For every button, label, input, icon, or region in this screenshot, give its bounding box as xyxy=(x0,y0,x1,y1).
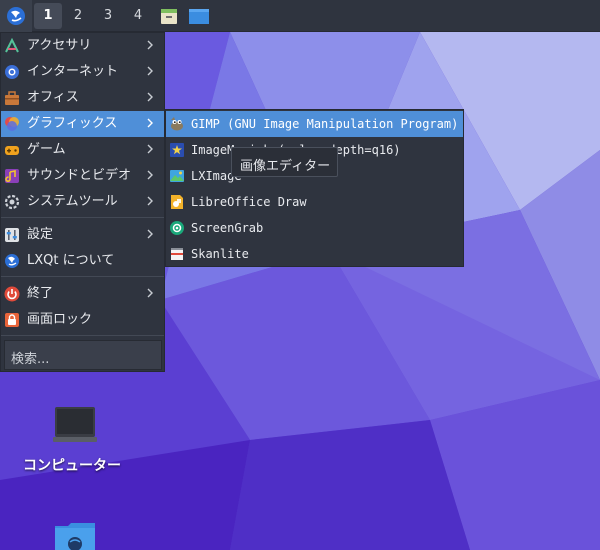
chevron-right-icon xyxy=(147,92,153,102)
menu-item-label: ゲーム xyxy=(27,142,66,157)
menu-item-label: インターネット xyxy=(27,64,119,79)
chevron-right-icon xyxy=(147,118,153,128)
screengrab-icon xyxy=(170,221,184,235)
submenu-item-gimp[interactable]: GIMP (GNU Image Manipulation Program) xyxy=(166,111,463,137)
chevron-right-icon xyxy=(147,40,153,50)
graphics-icon xyxy=(5,117,19,131)
accessories-icon xyxy=(5,38,19,53)
multimedia-icon xyxy=(5,169,19,183)
menu-item-settings[interactable]: 設定 xyxy=(1,222,164,248)
chevron-right-icon xyxy=(147,288,153,298)
submenu-item-libreoffice-draw[interactable]: LibreOffice Draw xyxy=(166,189,463,215)
chevron-right-icon xyxy=(147,170,153,180)
chevron-right-icon xyxy=(147,66,153,76)
menu-item-label: サウンドとビデオ xyxy=(27,168,132,183)
games-icon xyxy=(5,146,19,155)
network-folder-icon xyxy=(55,523,95,550)
lxqt-logo-icon xyxy=(5,254,19,268)
menu-item-accessories[interactable]: アクセサリ xyxy=(1,33,164,59)
workspace-1-button[interactable]: 1 xyxy=(34,2,62,29)
lxqt-logo-icon xyxy=(7,6,25,25)
menu-separator xyxy=(1,276,164,277)
office-icon xyxy=(5,91,19,105)
menu-item-label: 画面ロック xyxy=(27,312,93,327)
tooltip-text: 画像エディター xyxy=(240,159,331,174)
menu-item-label: オフィス xyxy=(27,90,79,105)
menu-item-shutdown[interactable]: 終了 xyxy=(1,281,164,307)
menu-separator xyxy=(1,217,164,218)
desktop-icon-label: コンピューター xyxy=(23,458,121,474)
submenu-item-label: GIMP (GNU Image Manipulation Program) xyxy=(191,117,459,131)
window-launcher[interactable] xyxy=(186,3,212,29)
submenu-item-screengrab[interactable]: ScreenGrab xyxy=(166,215,463,241)
workspace-4-button[interactable]: 4 xyxy=(124,3,152,29)
desktop-icon-computer[interactable] xyxy=(52,404,98,446)
chevron-right-icon xyxy=(147,229,153,239)
tooltip: 画像エディター xyxy=(231,147,338,177)
application-menu: アクセサリ インターネット オフィス グラフィックス ゲーム サウンドとビデオ … xyxy=(0,32,165,372)
menu-item-games[interactable]: ゲーム xyxy=(1,137,164,163)
graphics-submenu: GIMP (GNU Image Manipulation Program) Im… xyxy=(165,109,464,267)
submenu-item-label: ScreenGrab xyxy=(191,221,264,235)
gimp-icon xyxy=(171,117,183,131)
skanlite-icon xyxy=(171,248,183,260)
menu-search-input[interactable]: 検索... xyxy=(4,340,162,370)
menu-item-label: グラフィックス xyxy=(27,116,118,131)
search-placeholder: 検索... xyxy=(11,352,50,367)
taskbar-panel: 1 2 3 4 xyxy=(0,0,600,32)
menu-item-lock-screen[interactable]: 画面ロック xyxy=(1,307,164,333)
submenu-item-label: LibreOffice Draw xyxy=(191,195,307,209)
submenu-item-skanlite[interactable]: Skanlite xyxy=(166,241,463,267)
workspace-3-button[interactable]: 3 xyxy=(94,3,122,29)
menu-item-label: アクセサリ xyxy=(27,38,92,53)
chevron-right-icon xyxy=(147,144,153,154)
menu-item-label: 設定 xyxy=(27,227,54,242)
desktop-icon-network-folder[interactable] xyxy=(54,522,96,550)
window-icon xyxy=(189,8,209,24)
menu-item-label: LXQt について xyxy=(27,253,115,268)
submenu-item-label: Skanlite xyxy=(191,247,249,261)
menu-item-label: システムツール xyxy=(27,194,118,209)
menu-separator xyxy=(1,335,164,336)
file-manager-launcher[interactable] xyxy=(156,3,182,29)
menu-item-internet[interactable]: インターネット xyxy=(1,59,164,85)
menu-item-multimedia[interactable]: サウンドとビデオ xyxy=(1,163,164,189)
menu-item-label: 終了 xyxy=(27,286,54,301)
libreoffice-draw-icon xyxy=(171,195,183,209)
workspace-2-button[interactable]: 2 xyxy=(64,3,92,29)
settings-icon xyxy=(5,228,19,242)
computer-icon xyxy=(53,407,97,442)
file-manager-icon xyxy=(161,8,177,24)
menu-item-graphics[interactable]: グラフィックス xyxy=(1,111,164,137)
power-icon xyxy=(4,286,20,302)
chevron-right-icon xyxy=(147,196,153,206)
menu-item-about-lxqt[interactable]: LXQt について xyxy=(1,248,164,274)
lock-icon xyxy=(5,313,19,327)
internet-icon xyxy=(5,65,19,79)
system-tools-icon xyxy=(4,194,20,210)
menu-item-office[interactable]: オフィス xyxy=(1,85,164,111)
menu-item-system-tools[interactable]: システムツール xyxy=(1,189,164,215)
lximage-icon xyxy=(170,170,184,182)
imagemagick-icon xyxy=(170,143,184,157)
start-menu-button[interactable] xyxy=(0,0,32,32)
